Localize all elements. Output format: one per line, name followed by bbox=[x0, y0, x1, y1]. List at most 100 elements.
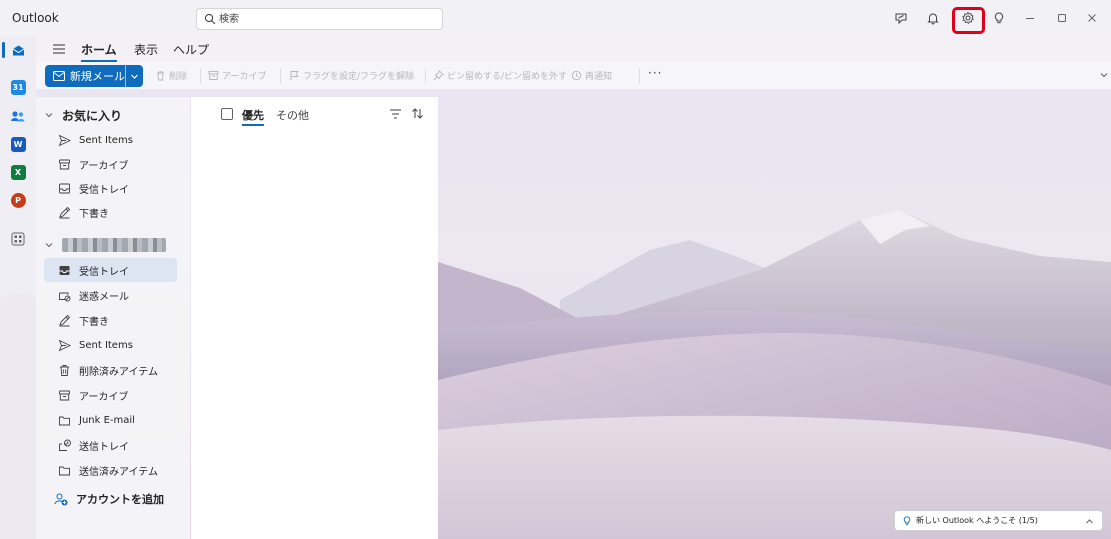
tab-home[interactable]: ホーム bbox=[81, 41, 117, 62]
folder-pane: お気に入り Sent Items アーカイブ 受信トレイ 下書き 受信トレイ 迷… bbox=[36, 97, 190, 539]
bell-icon bbox=[927, 13, 939, 25]
search-input[interactable] bbox=[219, 11, 419, 27]
rail-people[interactable] bbox=[8, 106, 28, 126]
more-options-button[interactable]: ··· bbox=[648, 66, 662, 80]
folder-outbox[interactable]: 送信トレイ bbox=[44, 433, 177, 457]
favorites-title: お気に入り bbox=[62, 108, 123, 123]
ribbon-divider bbox=[425, 69, 426, 83]
search-box[interactable] bbox=[196, 8, 443, 30]
word-icon: W bbox=[10, 136, 26, 152]
ribbon-toolbar: 新規メール 削除 アーカイブ フラグを設定/フラグを解除 ピン留めする/ピン留め… bbox=[36, 62, 1111, 90]
flag-label: フラグを設定/フラグを解除 bbox=[303, 72, 415, 82]
powerpoint-icon: P bbox=[10, 192, 26, 208]
snooze-button[interactable]: 再通知 bbox=[571, 69, 612, 82]
search-icon bbox=[204, 13, 216, 25]
ribbon-expand-chevron-icon[interactable] bbox=[1099, 70, 1109, 80]
apps-icon bbox=[11, 232, 25, 246]
draft-icon bbox=[59, 314, 71, 326]
add-account-label: アカウントを追加 bbox=[76, 493, 164, 506]
outbox-icon bbox=[59, 439, 71, 451]
snooze-label: 再通知 bbox=[585, 72, 613, 82]
folder-junk[interactable]: 迷惑メール bbox=[44, 283, 177, 307]
select-all-checkbox[interactable] bbox=[221, 108, 233, 120]
account-header[interactable] bbox=[44, 235, 166, 255]
favorite-inbox[interactable]: 受信トレイ bbox=[44, 176, 177, 200]
send-icon bbox=[58, 339, 71, 351]
send-icon bbox=[58, 134, 71, 146]
clock-icon bbox=[571, 70, 582, 81]
sort-icon[interactable] bbox=[411, 107, 424, 120]
rail-mail[interactable] bbox=[8, 40, 28, 60]
tips-button[interactable] bbox=[987, 6, 1011, 30]
whatsnew-button[interactable] bbox=[889, 6, 913, 30]
folder-inbox[interactable]: 受信トレイ bbox=[44, 258, 177, 282]
folder-icon bbox=[59, 466, 70, 475]
minimize-button[interactable] bbox=[1018, 6, 1042, 30]
trash-icon bbox=[60, 364, 69, 376]
lightbulb-icon bbox=[903, 515, 911, 525]
favorite-archive[interactable]: アーカイブ bbox=[44, 152, 177, 176]
chevron-down-icon bbox=[45, 243, 53, 248]
draft-icon bbox=[59, 206, 71, 218]
rail-powerpoint[interactable]: P bbox=[8, 190, 28, 210]
favorite-sent-items[interactable]: Sent Items bbox=[44, 128, 177, 152]
trash-icon bbox=[157, 71, 164, 81]
pin-label: ピン留めする/ピン留めを外す bbox=[447, 72, 568, 82]
new-mail-label: 新規メール bbox=[70, 70, 125, 83]
folder-drafts[interactable]: 下書き bbox=[44, 308, 177, 332]
lightbulb-icon bbox=[994, 12, 1004, 24]
tab-focused[interactable]: 優先 bbox=[242, 107, 264, 126]
rail-excel[interactable]: X bbox=[8, 162, 28, 182]
excel-icon: X bbox=[10, 164, 26, 180]
pin-icon bbox=[433, 70, 444, 81]
new-mail-button[interactable]: 新規メール bbox=[45, 65, 143, 87]
maximize-icon bbox=[1058, 14, 1066, 22]
inbox-icon bbox=[59, 183, 70, 193]
folder-sent[interactable]: 送信済みアイテム bbox=[44, 458, 177, 482]
archive-label: アーカイブ bbox=[222, 72, 267, 82]
folder-sent-items[interactable]: Sent Items bbox=[44, 333, 177, 357]
app-rail: 31 W X P bbox=[0, 36, 36, 539]
delete-label: 削除 bbox=[169, 72, 188, 82]
people-icon bbox=[11, 110, 25, 121]
archive-icon bbox=[208, 71, 219, 80]
rail-active-indicator bbox=[2, 42, 5, 58]
folder-archive[interactable]: アーカイブ bbox=[44, 383, 177, 407]
welcome-toast-text: 新しい Outlook へようこそ (1/5) bbox=[916, 516, 1038, 525]
folder-junk-email[interactable]: Junk E-mail bbox=[44, 408, 177, 432]
archive-icon bbox=[59, 390, 70, 400]
favorites-header[interactable]: お気に入り bbox=[44, 105, 122, 125]
tab-view[interactable]: 表示 bbox=[134, 41, 158, 58]
close-icon bbox=[1088, 14, 1096, 22]
folder-deleted-items[interactable]: 削除済みアイテム bbox=[44, 358, 177, 382]
welcome-toast[interactable]: 新しい Outlook へようこそ (1/5) bbox=[894, 510, 1103, 531]
new-mail-main[interactable]: 新規メール bbox=[45, 65, 125, 87]
archive-button[interactable]: アーカイブ bbox=[208, 69, 266, 82]
folder-icon bbox=[59, 416, 70, 425]
rail-word[interactable]: W bbox=[8, 134, 28, 154]
rail-calendar[interactable]: 31 bbox=[8, 77, 28, 97]
maximize-button[interactable] bbox=[1050, 6, 1074, 30]
add-account-button[interactable]: アカウントを追加 bbox=[54, 489, 164, 509]
calendar-icon: 31 bbox=[10, 79, 26, 95]
delete-button[interactable]: 削除 bbox=[155, 69, 187, 82]
favorite-drafts[interactable]: 下書き bbox=[44, 200, 177, 224]
title-bar: Outlook bbox=[0, 0, 1111, 36]
add-person-icon bbox=[54, 493, 68, 506]
new-mail-dropdown[interactable] bbox=[126, 65, 143, 87]
message-list: 優先 その他 bbox=[191, 97, 438, 539]
hamburger-icon[interactable] bbox=[52, 42, 66, 56]
close-button[interactable] bbox=[1080, 6, 1104, 30]
filter-icon[interactable] bbox=[389, 108, 402, 120]
flag-button[interactable]: フラグを設定/フラグを解除 bbox=[289, 69, 414, 82]
tab-help[interactable]: ヘルプ bbox=[173, 41, 209, 58]
tab-other[interactable]: その他 bbox=[276, 107, 309, 123]
chevron-up-icon[interactable] bbox=[1085, 517, 1094, 526]
rail-apps[interactable] bbox=[8, 229, 28, 249]
junk-icon bbox=[59, 292, 71, 301]
account-name-redacted bbox=[62, 238, 166, 252]
app-title: Outlook bbox=[12, 11, 59, 25]
archive-icon bbox=[59, 159, 70, 169]
pin-button[interactable]: ピン留めする/ピン留めを外す bbox=[433, 69, 567, 82]
notifications-button[interactable] bbox=[921, 6, 945, 30]
